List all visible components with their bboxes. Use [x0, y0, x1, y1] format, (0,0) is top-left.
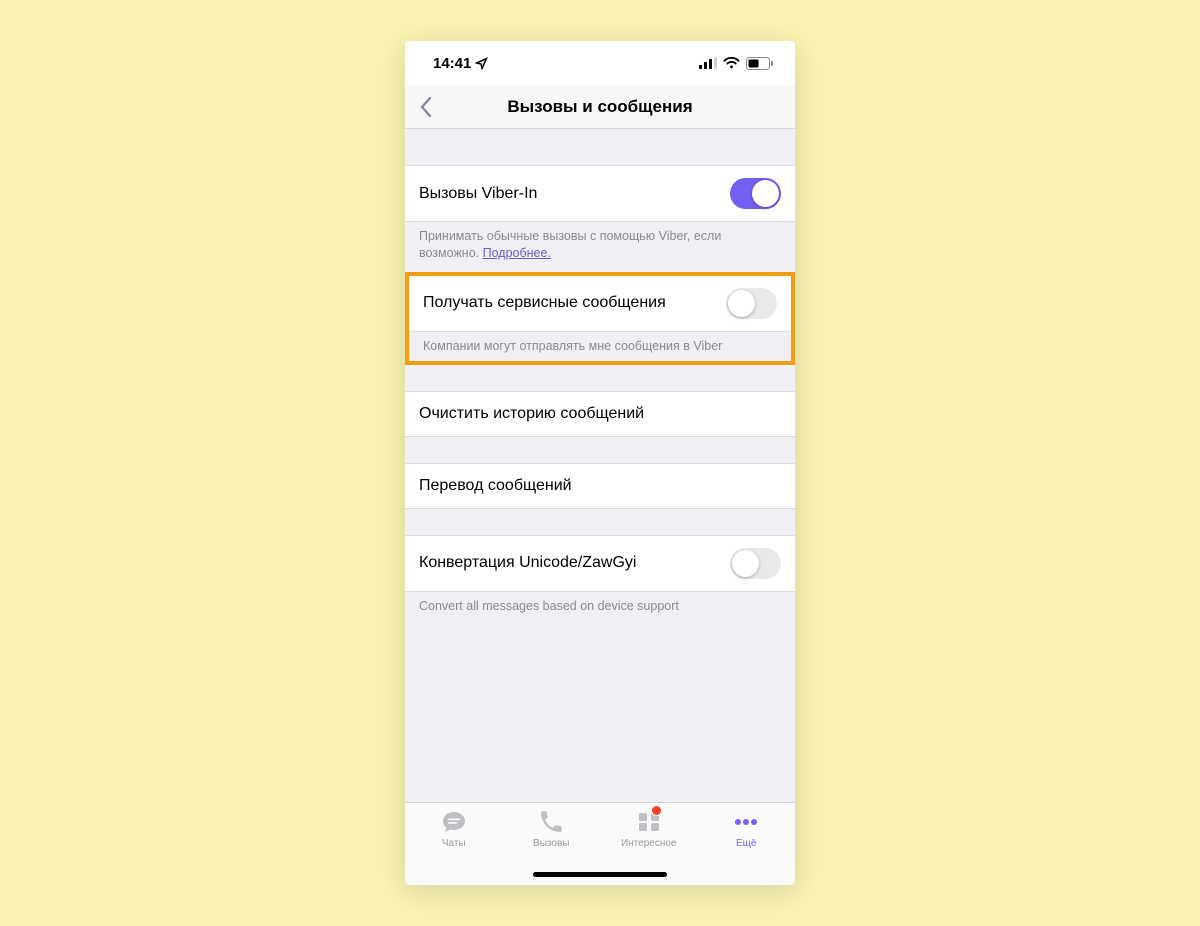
- row-unicode-zawgyi[interactable]: Конвертация Unicode/ZawGyi: [405, 535, 795, 592]
- home-indicator[interactable]: [533, 872, 667, 877]
- cellular-icon: [699, 57, 717, 69]
- more-icon: [733, 818, 759, 826]
- row-clear-history[interactable]: Очистить историю сообщений: [405, 391, 795, 437]
- row-viber-in[interactable]: Вызовы Viber-In: [405, 165, 795, 222]
- row-translate-messages[interactable]: Перевод сообщений: [405, 463, 795, 509]
- status-bar: 14:41: [405, 41, 795, 85]
- phone-icon: [539, 810, 563, 834]
- row-label: Вызовы Viber-In: [419, 185, 537, 203]
- battery-icon: [746, 57, 773, 70]
- learn-more-link[interactable]: Подробнее.: [483, 246, 551, 260]
- chat-icon: [441, 810, 467, 834]
- wifi-icon: [723, 57, 740, 69]
- phone-frame: 14:41: [405, 41, 795, 885]
- nav-title: Вызовы и сообщения: [405, 97, 795, 117]
- settings-content: Вызовы Viber-In Принимать обычные вызовы…: [405, 129, 795, 802]
- tab-label: Ещё: [736, 838, 756, 849]
- back-button[interactable]: [413, 85, 438, 128]
- notification-badge-icon: [651, 805, 662, 816]
- status-right: [699, 57, 773, 70]
- location-icon: [475, 57, 488, 70]
- toggle-service-messages[interactable]: [726, 288, 777, 319]
- footnote-viber-in: Принимать обычные вызовы с помощью Viber…: [405, 222, 795, 272]
- toggle-viber-in[interactable]: [730, 178, 781, 209]
- chevron-left-icon: [419, 96, 432, 118]
- row-label: Получать сервисные сообщения: [423, 294, 666, 312]
- row-label: Конвертация Unicode/ZawGyi: [419, 554, 636, 572]
- nav-header: Вызовы и сообщения: [405, 85, 795, 129]
- row-label: Очистить историю сообщений: [419, 405, 644, 423]
- highlight-box: Получать сервисные сообщения Компании мо…: [405, 272, 795, 365]
- tab-label: Чаты: [442, 838, 466, 849]
- toggle-unicode-zawgyi[interactable]: [730, 548, 781, 579]
- tab-more[interactable]: Ещё: [698, 809, 796, 885]
- status-time-group: 14:41: [433, 55, 488, 72]
- tab-chats[interactable]: Чаты: [405, 809, 503, 885]
- footnote-service-messages: Компании могут отправлять мне сообщения …: [409, 332, 791, 361]
- footnote-unicode: Convert all messages based on device sup…: [405, 592, 795, 625]
- tab-label: Вызовы: [533, 838, 569, 849]
- status-time: 14:41: [433, 55, 471, 72]
- tab-bar: Чаты Вызовы Интересное: [405, 802, 795, 885]
- tab-label: Интересное: [621, 838, 677, 849]
- row-service-messages[interactable]: Получать сервисные сообщения: [409, 276, 791, 332]
- row-label: Перевод сообщений: [419, 477, 572, 495]
